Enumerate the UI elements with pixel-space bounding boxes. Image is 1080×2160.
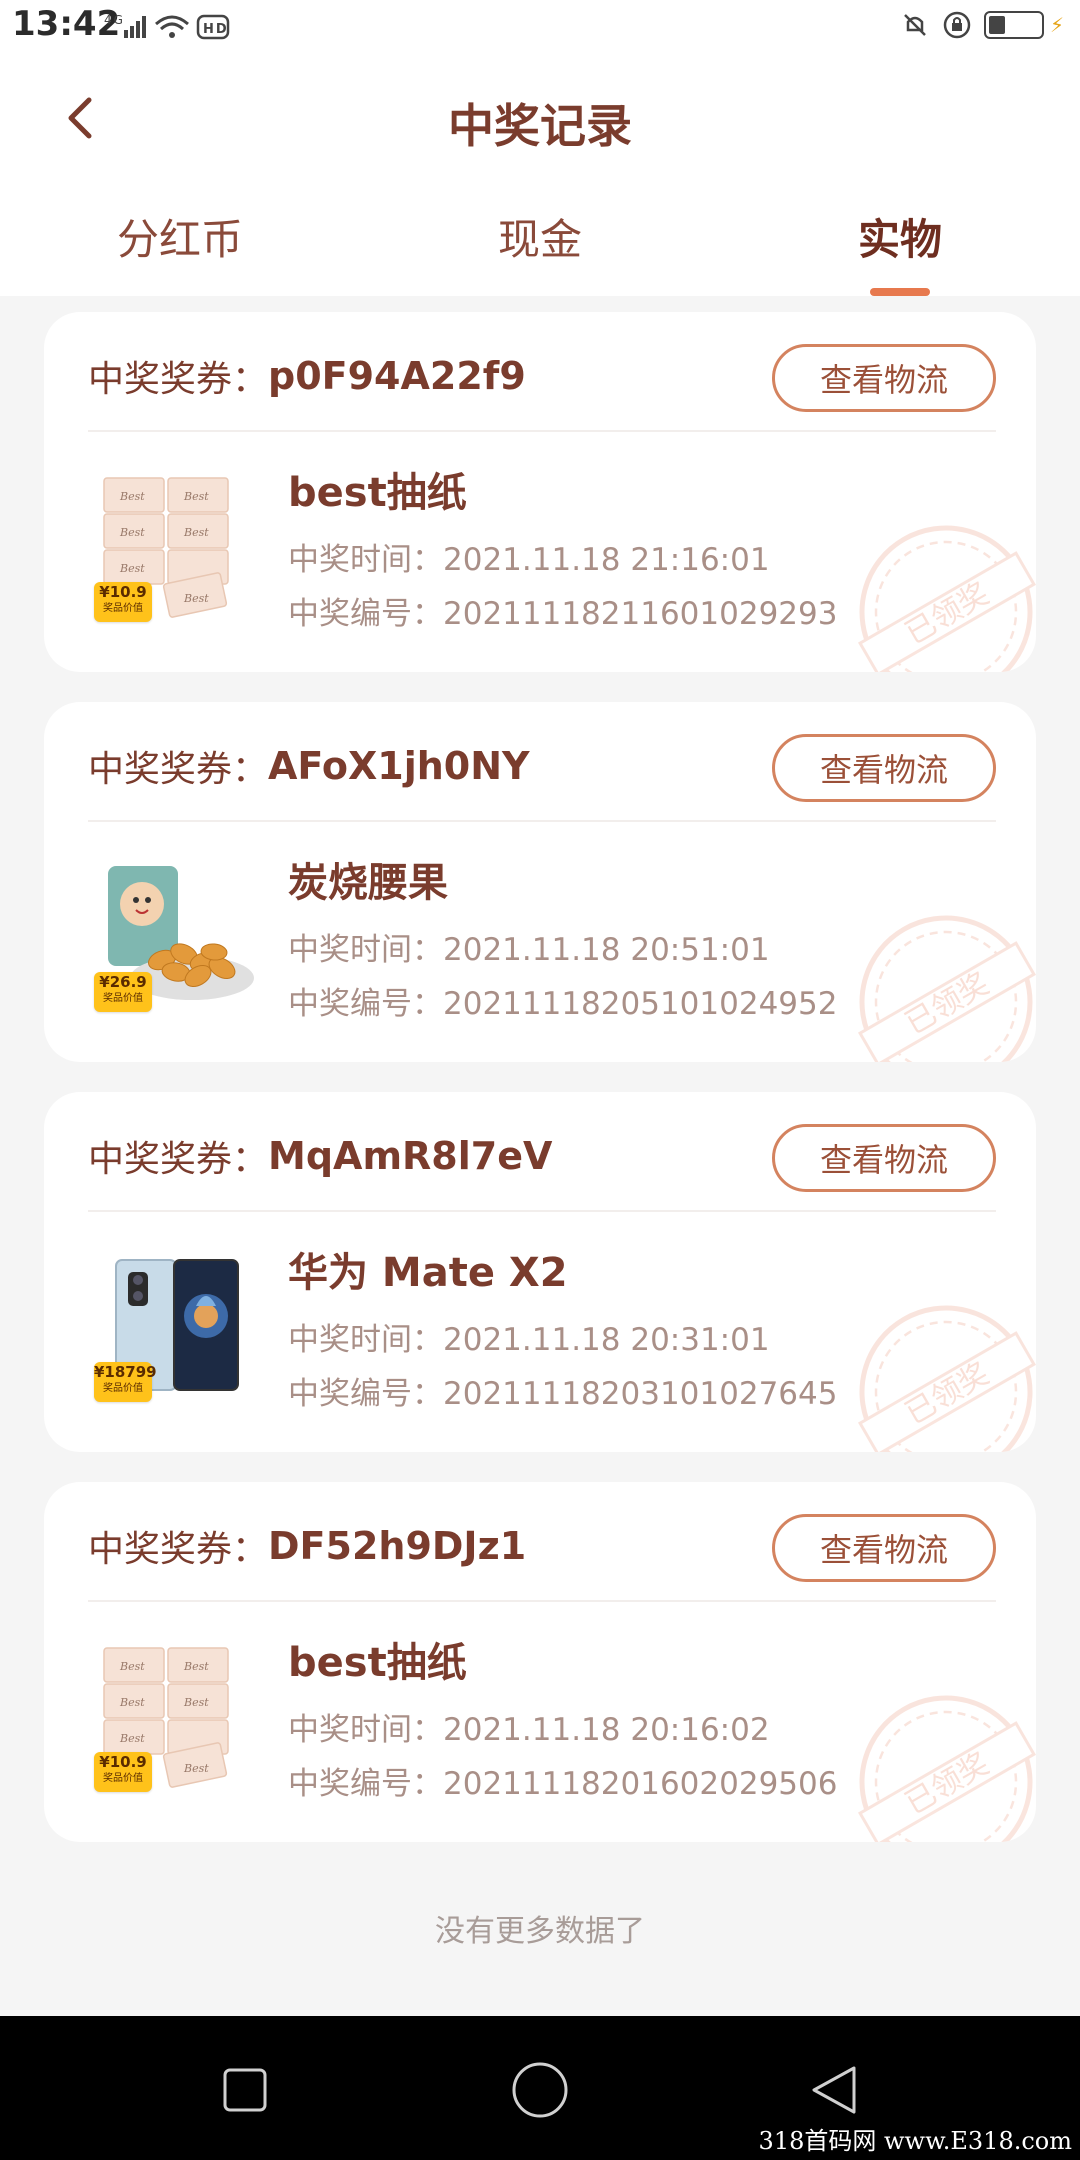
prize-card: 中奖奖券： p0F94A22f9 查看物流 Best Best Best Best [44, 312, 1036, 672]
price-badge: ¥26.9 奖品价值 [94, 972, 152, 1012]
price-badge: ¥10.9 奖品价值 [94, 1752, 152, 1792]
tab-cash[interactable]: 现金 [400, 206, 680, 267]
price-value: ¥26.9 [99, 973, 147, 991]
prize-card: 中奖奖券： MqAmR8l7eV 查看物流 ¥18799 奖品价值 华为 Mat… [44, 1092, 1036, 1452]
mute-icon [900, 10, 930, 40]
view-logistics-button[interactable]: 查看物流 [772, 734, 996, 802]
page-title: 中奖记录 [448, 99, 632, 153]
divider [88, 1210, 996, 1212]
header: 中奖记录 分红币 现金 实物 [0, 58, 1080, 296]
svg-text:Best: Best [119, 526, 145, 539]
tab-dividend-coin[interactable]: 分红币 [40, 206, 320, 267]
claimed-stamp-icon: 已领奖 [846, 902, 1036, 1062]
view-logistics-button[interactable]: 查看物流 [772, 1514, 996, 1582]
win-number: 中奖编号：20211118211601029293 [288, 596, 838, 632]
voucher-code: DF52h9DJz1 [268, 1524, 527, 1568]
svg-text:Best: Best [119, 1660, 145, 1673]
svg-text:Best: Best [183, 526, 209, 539]
svg-text:4G: 4G [104, 13, 125, 27]
win-time: 中奖时间：2021.11.18 21:16:01 [288, 542, 770, 578]
claimed-stamp-icon: 已领奖 [846, 1292, 1036, 1452]
voucher-row: 中奖奖券： AFoX1jh0NY 查看物流 [88, 726, 996, 806]
svg-text:Best: Best [183, 592, 209, 605]
svg-text:Best: Best [183, 490, 209, 503]
price-caption: 奖品价值 [103, 1383, 143, 1394]
price-caption: 奖品价值 [103, 1773, 143, 1784]
product-name: best抽纸 [288, 1640, 467, 1686]
voucher-label: 中奖奖券： [88, 749, 269, 790]
home-circle-icon[interactable] [510, 2060, 570, 2120]
site-watermark: 318首码网 www.E318.com [758, 2127, 1072, 2155]
svg-text:Best: Best [183, 1660, 209, 1673]
svg-text:Best: Best [183, 1696, 209, 1709]
svg-text:HD: HD [203, 22, 229, 37]
voucher-label: 中奖奖券： [88, 359, 269, 400]
claimed-stamp-icon: 已领奖 [846, 1682, 1036, 1842]
tab-physical[interactable]: 实物 [760, 206, 1040, 267]
win-number: 中奖编号：20211118205101024952 [288, 986, 838, 1022]
divider [88, 430, 996, 432]
active-tab-indicator [870, 288, 930, 296]
stamp-text: 已领奖 [900, 1357, 995, 1432]
win-time: 中奖时间：2021.11.18 20:51:01 [288, 932, 770, 968]
voucher-row: 中奖奖券： DF52h9DJz1 查看物流 [88, 1506, 996, 1586]
product-name: best抽纸 [288, 470, 467, 516]
recents-square-icon[interactable] [215, 2060, 275, 2120]
divider [88, 1600, 996, 1602]
price-value: ¥18799 [94, 1363, 157, 1381]
charging-icon: ⚡ [1049, 13, 1064, 37]
price-caption: 奖品价值 [103, 993, 143, 1004]
product-name: 炭烧腰果 [288, 860, 448, 906]
divider [88, 820, 996, 822]
voucher-label: 中奖奖券： [88, 1139, 269, 1180]
voucher-code: MqAmR8l7eV [268, 1134, 553, 1178]
win-number: 中奖编号：20211118203101027645 [288, 1376, 838, 1412]
prize-card: 中奖奖券： AFoX1jh0NY 查看物流 ¥26.9 奖品价值 炭烧腰果 中奖… [44, 702, 1036, 1062]
svg-text:Best: Best [119, 1696, 145, 1709]
view-logistics-button[interactable]: 查看物流 [772, 344, 996, 412]
battery-icon [983, 11, 1044, 39]
svg-text:Best: Best [183, 1762, 209, 1775]
stamp-text: 已领奖 [900, 1747, 995, 1822]
tab-bar: 分红币 现金 实物 [0, 206, 1080, 296]
win-number: 中奖编号：20211118201602029506 [288, 1766, 838, 1802]
voucher-row: 中奖奖券： MqAmR8l7eV 查看物流 [88, 1116, 996, 1196]
price-value: ¥10.9 [99, 1753, 147, 1771]
claimed-stamp-icon: 已领奖 [846, 512, 1036, 672]
product-name: 华为 Mate X2 [288, 1250, 568, 1296]
view-logistics-button[interactable]: 查看物流 [772, 1124, 996, 1192]
voucher-code: AFoX1jh0NY [268, 744, 530, 788]
signal-icon: 4G HD [104, 10, 244, 50]
svg-text:Best: Best [119, 562, 145, 575]
rotation-lock-icon [942, 10, 972, 40]
win-time: 中奖时间：2021.11.18 20:16:02 [288, 1712, 770, 1748]
price-value: ¥10.9 [99, 583, 147, 601]
no-more-data-text: 没有更多数据了 [435, 1914, 645, 1949]
system-nav-bar: 318首码网 www.E318.com [0, 2016, 1080, 2160]
price-badge: ¥10.9 奖品价值 [94, 582, 152, 622]
status-right-icons: ⚡ [900, 10, 1064, 40]
prize-card: 中奖奖券： DF52h9DJz1 查看物流 Best Best Best Best [44, 1482, 1036, 1842]
price-caption: 奖品价值 [103, 603, 143, 614]
back-triangle-icon[interactable] [804, 2060, 864, 2120]
status-bar: 13:42 4G HD ⚡ [0, 0, 1080, 58]
price-badge: ¥18799 奖品价值 [94, 1362, 157, 1402]
prize-record-list: 中奖奖券： p0F94A22f9 查看物流 Best Best Best Best [44, 312, 1036, 1872]
voucher-row: 中奖奖券： p0F94A22f9 查看物流 [88, 336, 996, 416]
voucher-label: 中奖奖券： [88, 1529, 269, 1570]
stamp-text: 已领奖 [900, 577, 995, 652]
svg-text:Best: Best [119, 490, 145, 503]
svg-text:Best: Best [119, 1732, 145, 1745]
voucher-code: p0F94A22f9 [268, 354, 526, 398]
stamp-text: 已领奖 [900, 967, 995, 1042]
win-time: 中奖时间：2021.11.18 20:31:01 [288, 1322, 770, 1358]
